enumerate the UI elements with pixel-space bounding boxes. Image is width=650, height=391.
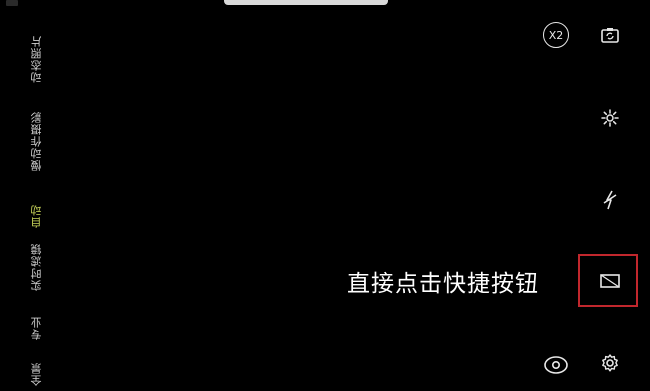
status-indicator xyxy=(6,0,18,6)
switch-camera-button[interactable] xyxy=(595,20,625,50)
quick-tools xyxy=(590,0,630,391)
mode-item-slow-motion[interactable]: 慢动作摄影 xyxy=(24,106,50,176)
mode-label: 专业 xyxy=(30,316,43,340)
flash-icon xyxy=(601,109,619,127)
switch-camera-icon xyxy=(601,28,619,43)
top-handle[interactable] xyxy=(224,0,388,5)
zoom-button[interactable]: X2 xyxy=(543,22,569,48)
settings-button[interactable] xyxy=(595,348,625,378)
callout-text: 直接点击快捷按钮 xyxy=(347,271,539,297)
camera-mode-rail: 动态照片 慢动作摄影 自动 实时滤镜 专业 全景 xyxy=(24,20,50,391)
hdr-icon xyxy=(603,190,617,210)
gear-icon xyxy=(602,354,618,372)
mode-label: 全景 xyxy=(30,361,43,386)
mode-item-live-photo[interactable]: 动态照片 xyxy=(24,28,50,90)
mode-label: 实时滤镜 xyxy=(30,243,43,291)
status-bar xyxy=(0,0,650,8)
mode-item-live-filter[interactable]: 实时滤镜 xyxy=(24,238,50,296)
mode-item-pro[interactable]: 专业 xyxy=(24,308,50,348)
mode-item-panorama[interactable]: 全景 xyxy=(24,356,50,391)
hdr-button[interactable] xyxy=(595,185,625,215)
mode-item-auto[interactable]: 自动 xyxy=(24,198,50,234)
flash-button[interactable] xyxy=(595,103,625,133)
mode-label: 自动 xyxy=(30,204,43,228)
zoom-label: X2 xyxy=(548,28,564,42)
mode-label: 慢动作摄影 xyxy=(30,111,43,171)
filter-button[interactable] xyxy=(541,350,571,380)
filter-eye-icon xyxy=(544,356,568,374)
highlight-box xyxy=(578,254,638,307)
mode-label: 动态照片 xyxy=(30,35,43,83)
